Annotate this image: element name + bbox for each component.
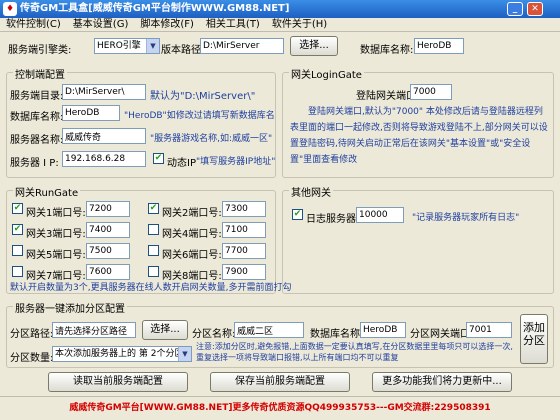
zone-db-input[interactable] (360, 322, 406, 338)
run-gate-3-label: 网关3端口号: (26, 229, 86, 240)
server-dir-hint: 默认为"D:\MirServer\" (150, 91, 256, 102)
db-hint: "HeroDB"如修改过请填写新数据库名 (124, 111, 275, 121)
menu-item-control[interactable]: 软件控制(C) (0, 18, 67, 32)
run-gate-4-port-input[interactable] (222, 222, 266, 238)
run-gate-2-label: 网关2端口号: (162, 208, 222, 219)
title-bar: ♦ 传奇GM工具盒[威威传奇GM平台制作WWW.GM88.NET] _ ✕ (0, 0, 560, 18)
run-gate-3-checkbox[interactable]: ✔ (12, 224, 23, 235)
read-config-button[interactable]: 读取当前服务端配置 (48, 372, 188, 392)
control-config-title: 控制端配置 (13, 66, 67, 81)
version-path-input[interactable] (200, 38, 284, 54)
control-db-input[interactable] (62, 105, 120, 121)
zone-count-value: 本次添加服务器上的 第 2个分区 (55, 349, 184, 359)
menu-item-tools[interactable]: 相关工具(T) (200, 18, 266, 32)
log-server-hint: "记录服务器玩家所有日志" (412, 213, 520, 223)
engine-select-value: HERO引擎 (97, 41, 141, 51)
zone-browse-button[interactable]: 选择... (142, 320, 188, 340)
server-dir-input[interactable] (62, 84, 146, 100)
zone-path-input[interactable] (52, 322, 136, 338)
run-gate-5-checkbox[interactable] (12, 245, 23, 256)
zone-gate-input[interactable] (466, 322, 512, 338)
zone-count-select[interactable]: 本次添加服务器上的 第 2个分区 ▼ (52, 346, 192, 362)
zone-note: 注意:添加分区时,避免报错,上面数据一定要认真填写,在分区数据里里每项只可以选择… (196, 342, 513, 362)
login-gate-description: 登陆网关端口,默认为"7000" 本处修改后请与登陆器远程列表里面的端口一起修改… (290, 107, 548, 165)
other-gate-title: 其他网关 (289, 184, 333, 199)
db-name-input[interactable] (414, 38, 464, 54)
log-server-label: 日志服务器: (306, 214, 360, 225)
db-label: 数据库名称: (10, 112, 64, 123)
server-dir-label: 服务端目录: (10, 91, 64, 102)
save-config-button[interactable]: 保存当前服务端配置 (210, 372, 350, 392)
run-gate-1-port-input[interactable] (86, 201, 130, 217)
zone-path-label: 分区路径: (10, 329, 54, 340)
browse-path-button[interactable]: 选择... (290, 36, 338, 56)
engine-label: 服务端引擎类: (8, 45, 72, 56)
add-zone-button[interactable]: 添加分区 (520, 314, 548, 364)
run-gate-6-label: 网关6端口号: (162, 250, 222, 261)
log-server-input[interactable] (356, 207, 404, 223)
engine-select[interactable]: HERO引擎 ▼ (94, 38, 160, 54)
zone-name-label: 分区名称: (192, 329, 236, 340)
server-name-input[interactable] (62, 128, 146, 144)
status-bar: 威威传奇GM平台[WWW.GM88.NET]更多传奇优质资源QQ49993575… (0, 396, 560, 420)
run-gate-6-port-input[interactable] (222, 243, 266, 259)
log-server-checkbox[interactable]: ✔ (292, 209, 303, 220)
app-icon: ♦ (3, 2, 17, 16)
run-gate-title: 网关RunGate (13, 184, 81, 199)
run-gate-4-checkbox[interactable] (148, 224, 159, 235)
run-gate-5-port-input[interactable] (86, 243, 130, 259)
run-gate-3-port-input[interactable] (86, 222, 130, 238)
run-gate-4-label: 网关4端口号: (162, 229, 222, 240)
main-window: ♦ 传奇GM工具盒[威威传奇GM平台制作WWW.GM88.NET] _ ✕ 软件… (0, 0, 560, 420)
run-gate-8-port-input[interactable] (222, 264, 266, 280)
run-gate-5-label: 网关5端口号: (26, 250, 86, 261)
server-name-label: 服务器名称: (10, 135, 64, 146)
run-gate-2-checkbox[interactable]: ✔ (148, 203, 159, 214)
dynamic-ip-label: 动态IP (167, 158, 196, 169)
zone-gate-label: 分区网关端口: (410, 329, 474, 340)
zone-name-input[interactable] (234, 322, 304, 338)
server-ip-input[interactable] (62, 151, 146, 167)
login-gate-title: 网关LoginGate (289, 66, 364, 81)
login-port-input[interactable] (410, 84, 452, 100)
run-gate-1-label: 网关1端口号: (26, 208, 86, 219)
run-gate-8-checkbox[interactable] (148, 266, 159, 277)
menu-item-settings[interactable]: 基本设置(G) (67, 18, 135, 32)
more-features-button[interactable]: 更多功能我们将力更新中... (372, 372, 512, 392)
path-label: 版本路径: (161, 45, 205, 56)
zone-db-label: 数据库名称: (310, 329, 364, 340)
run-gate-7-checkbox[interactable] (12, 266, 23, 277)
menu-bar: 软件控制(C) 基本设置(G) 脚本修改(F) 相关工具(T) 软件关于(H) (0, 18, 560, 32)
status-text: 威威传奇GM平台[WWW.GM88.NET]更多传奇优质资源QQ49993575… (69, 403, 491, 413)
zone-count-label: 分区数量: (10, 353, 54, 364)
menu-item-script[interactable]: 脚本修改(F) (134, 18, 200, 32)
other-gate-group: 其他网关 (282, 184, 554, 294)
menu-item-about[interactable]: 软件关于(H) (266, 18, 333, 32)
dynamic-ip-checkbox[interactable]: ✔ (153, 153, 164, 164)
run-gate-1-checkbox[interactable]: ✔ (12, 203, 23, 214)
chevron-down-icon: ▼ (146, 39, 159, 53)
run-gate-2-port-input[interactable] (222, 201, 266, 217)
run-gate-7-port-input[interactable] (86, 264, 130, 280)
run-gate-hint: 默认开启数量为3个,更具服务器在线人数开启网关数量,多开需前面打勾 (10, 283, 292, 293)
minimize-icon[interactable]: _ (507, 2, 523, 16)
zone-config-title: 服务器一键添加分区配置 (13, 300, 127, 315)
run-gate-6-checkbox[interactable] (148, 245, 159, 256)
window-title: 传奇GM工具盒[威威传奇GM平台制作WWW.GM88.NET] (20, 3, 290, 14)
close-icon[interactable]: ✕ (527, 2, 543, 16)
chevron-down-icon: ▼ (178, 347, 191, 361)
db-name-label: 数据库名称: (360, 45, 414, 56)
server-name-hint: "服务器游戏名称,如:威威一区" (150, 134, 273, 144)
server-ip-label: 服务器 I P: (10, 158, 59, 169)
server-ip-hint: "填写服务器IP地址" (196, 157, 276, 167)
